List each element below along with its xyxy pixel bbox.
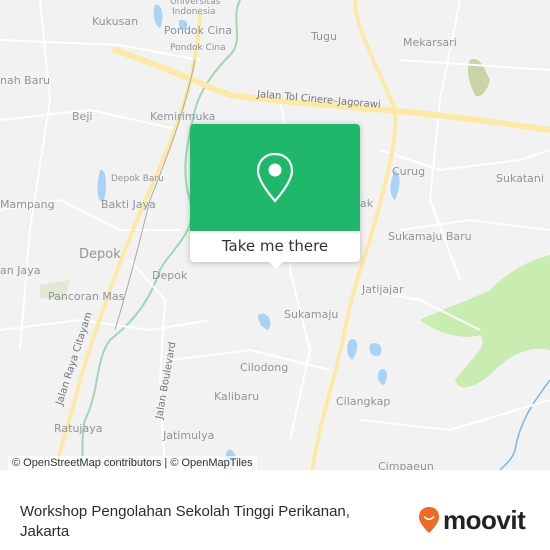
map-view[interactable]: Universitas Indonesia Kukusan Pondok Cin… xyxy=(0,0,550,470)
map-label: Tugu xyxy=(311,30,337,43)
map-label: Depok xyxy=(152,269,188,282)
moovit-logo[interactable]: moovit xyxy=(418,505,526,535)
footer: Workshop Pengolahan Sekolah Tinggi Perik… xyxy=(0,470,550,550)
water xyxy=(377,369,387,385)
river xyxy=(499,379,550,470)
map-label: Beji xyxy=(72,110,93,123)
map-label: Cilangkap xyxy=(336,395,391,408)
map-label: an Jaya xyxy=(0,264,41,277)
map-label: Indonesia xyxy=(172,7,216,17)
brand-name: moovit xyxy=(443,505,526,535)
destination-popup: Take me there xyxy=(190,124,360,269)
water xyxy=(369,343,382,356)
map-label: Jatimulya xyxy=(163,429,215,442)
map-label: Kemirimuka xyxy=(150,110,216,123)
map-label: Universitas xyxy=(170,0,221,7)
map-label: Ratujaya xyxy=(54,422,103,435)
map-label: Mekarsari xyxy=(403,36,457,49)
map-label: nah Baru xyxy=(0,74,50,87)
map-label: Kukusan xyxy=(92,15,139,28)
map-label: Mampang xyxy=(0,198,55,211)
map-label: Depok Baru xyxy=(111,174,164,184)
place-name: Workshop Pengolahan Sekolah Tinggi Perik… xyxy=(20,503,350,540)
popup-pointer xyxy=(267,260,285,269)
map-label: Jatijajar xyxy=(362,283,404,296)
map-label: Sukamaju xyxy=(284,308,339,321)
popup-header xyxy=(190,124,360,231)
map-pin-icon xyxy=(256,152,294,203)
map-label: Sukamaju Baru xyxy=(388,230,472,243)
map-label: Pondok Cina xyxy=(164,24,232,37)
water xyxy=(258,313,271,330)
map-label: Cilodong xyxy=(240,361,289,374)
water xyxy=(97,169,107,202)
take-me-there-button[interactable]: Take me there xyxy=(190,231,360,262)
water xyxy=(347,339,358,360)
map-label: Bakti Jaya xyxy=(101,198,156,211)
map-label: ak xyxy=(360,197,374,210)
map-label: Curug xyxy=(392,165,426,178)
map-label: Sukatani xyxy=(496,172,544,185)
park-area xyxy=(420,255,550,388)
map-label: Pancoran Mas xyxy=(48,290,125,303)
map-label: Kalibaru xyxy=(214,390,260,403)
water xyxy=(153,4,163,29)
map-label: Depok xyxy=(79,247,121,262)
map-label: Cimpaeun xyxy=(378,460,434,470)
map-attribution[interactable]: © OpenStreetMap contributors | © OpenMap… xyxy=(8,456,257,470)
map-label: Pondok Cina xyxy=(170,43,226,53)
moovit-pin-icon xyxy=(419,507,439,533)
